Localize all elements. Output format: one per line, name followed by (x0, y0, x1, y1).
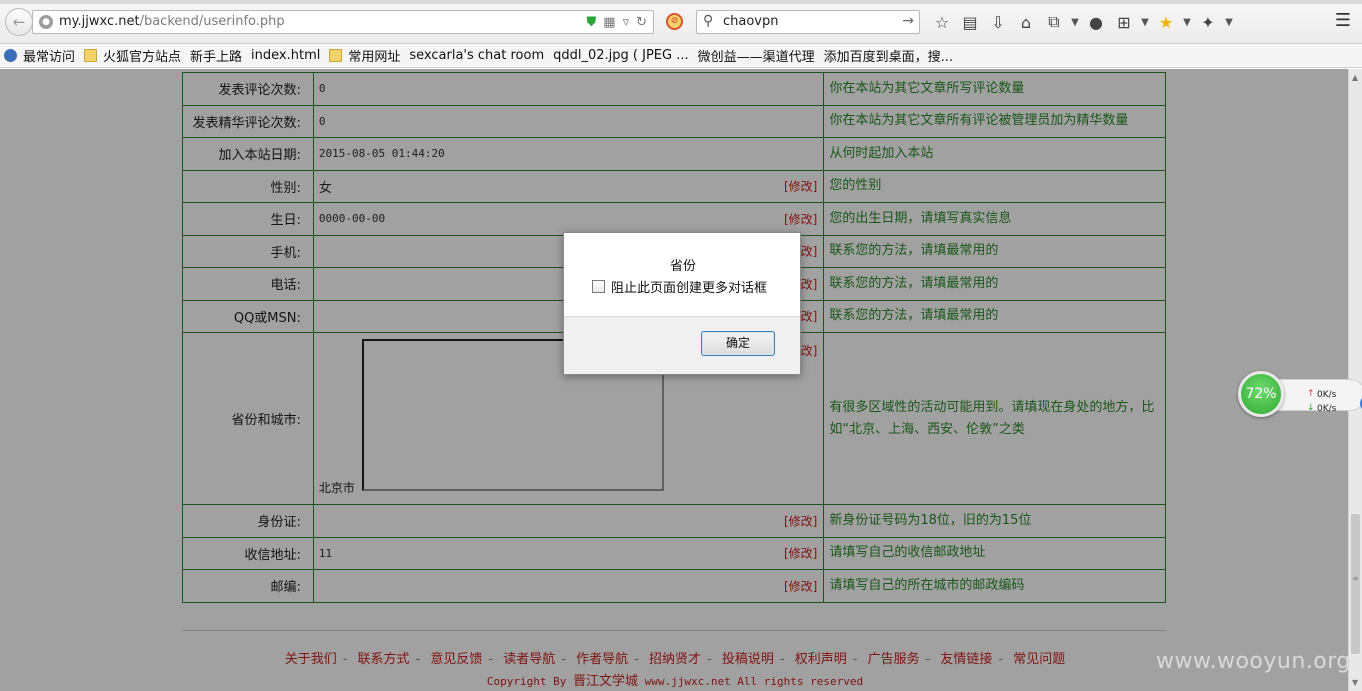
folder-icon (84, 49, 98, 62)
bookmark-most-visited-icon (4, 49, 17, 62)
upload-arrow-icon: ↑ (1307, 389, 1315, 399)
network-speed-widget[interactable]: ↑ 0K/s ↓ 0K/s + 72% (1238, 371, 1362, 417)
bookmark-star-icon[interactable]: ☆ (928, 13, 956, 32)
bookmarks-toolbar: 最常访问 火狐官方站点 新手上路 index.html 常用网址 sexcarl… (0, 44, 1362, 126)
favorites-dropdown-icon[interactable]: ▼ (1180, 17, 1194, 28)
bookmark-item[interactable]: 最常访问 (4, 46, 75, 65)
bookmark-label: 最常访问 (23, 50, 76, 65)
memory-usage-ball[interactable]: 72% (1238, 371, 1284, 417)
reload-icon[interactable]: ↻ (636, 15, 647, 30)
dialog-footer: 确定 (564, 316, 800, 374)
extension-icon[interactable]: ✦ (1194, 13, 1222, 32)
toolbar-icons: ☆ ▤ ⇩ ⌂ ⧉ ▼ ● ⊞ ▼ ★ ▼ ✦ ▼ (928, 10, 1236, 34)
search-go-icon[interactable]: → (902, 13, 914, 29)
bookmark-label: 新手上路 (190, 50, 243, 65)
adblock-icon[interactable]: ⊘ (666, 13, 683, 30)
bookmark-label: qddl_02.jpg ( JPEG ... (553, 48, 689, 63)
bookmark-label: index.html (251, 48, 321, 63)
back-arrow-icon: ← (12, 13, 26, 31)
bookmark-label: 微创益——渠道代理 (697, 50, 815, 65)
scroll-down-icon[interactable]: ▼ (1352, 678, 1358, 687)
crop-icon[interactable]: ⊞ (1110, 13, 1138, 32)
dialog-message: 省份 (669, 259, 696, 274)
home-icon[interactable]: ⌂ (1012, 13, 1040, 32)
bookmark-label: 常用网址 (348, 50, 401, 65)
scroll-grip-icon: ≡ (1352, 574, 1359, 583)
ok-button[interactable]: 确定 (701, 331, 775, 356)
search-input[interactable]: chaovpn (723, 14, 779, 29)
bookmark-item[interactable]: 常用网址 (329, 46, 400, 65)
bookmark-item[interactable]: 新手上路 (0, 46, 243, 126)
watermark: www.wooyun.org (1156, 649, 1351, 674)
qr-code-icon[interactable]: ▦ (603, 15, 615, 30)
dropdown-arrow-icon[interactable]: ▿ (623, 15, 630, 30)
reading-list-icon[interactable]: ▤ (956, 13, 984, 32)
extension-dropdown-icon[interactable]: ▼ (1222, 17, 1236, 28)
suppress-dialogs-label[interactable]: 阻止此页面创建更多对话框 (611, 277, 767, 296)
alert-dialog: 省份 阻止此页面创建更多对话框 确定 (563, 232, 801, 375)
navigation-toolbar: ← ● my.jjwxc.net/backend/userinfo.php ⛊ … (0, 0, 1362, 44)
download-speed: 0K/s (1317, 404, 1337, 414)
chat-icon[interactable]: ● (1082, 13, 1110, 32)
url-path: /backend/userinfo.php (139, 14, 285, 29)
share-dropdown-icon[interactable]: ▼ (1068, 17, 1082, 28)
bookmark-item[interactable]: 火狐官方站点 (84, 46, 181, 65)
bookmark-item[interactable]: 添加百度到桌面，搜... (0, 46, 954, 126)
scrollbar-thumb[interactable] (1351, 514, 1360, 654)
bookmark-item[interactable]: qddl_02.jpg ( JPEG ... (0, 48, 689, 126)
hamburger-menu-icon[interactable]: ☰ (1332, 10, 1354, 31)
suppress-dialogs-option[interactable]: 阻止此页面创建更多对话框 (592, 277, 767, 296)
download-arrow-icon: ↓ (1307, 403, 1315, 413)
upload-speed: 0K/s (1317, 390, 1337, 400)
url-domain: my.jjwxc.net (59, 14, 140, 29)
favorites-icon[interactable]: ★ (1152, 13, 1180, 32)
download-icon[interactable]: ⇩ (984, 13, 1012, 32)
url-text[interactable]: my.jjwxc.net/backend/userinfo.php (59, 14, 285, 29)
shield-icon[interactable]: ⛊ (587, 15, 597, 30)
crop-dropdown-icon[interactable]: ▼ (1138, 17, 1152, 28)
tab-strip (0, 0, 1362, 4)
bookmark-item[interactable]: index.html (0, 48, 321, 126)
url-bar[interactable]: ● my.jjwxc.net/backend/userinfo.php ⛊ ▦ … (32, 10, 654, 34)
bookmark-label: sexcarla's chat room (409, 48, 545, 63)
modal-overlay (0, 69, 1348, 691)
bookmark-item[interactable]: sexcarla's chat room (0, 48, 545, 126)
globe-icon: ● (39, 15, 53, 29)
search-icon: ⚲ (703, 13, 714, 29)
back-button[interactable]: ← (5, 8, 33, 36)
folder-icon (329, 49, 343, 62)
scroll-up-icon[interactable]: ▲ (1352, 73, 1358, 82)
bookmark-label: 火狐官方站点 (103, 50, 182, 65)
share-icon[interactable]: ⧉ (1040, 12, 1068, 32)
bookmark-item[interactable]: 微创益——渠道代理 (0, 46, 815, 126)
bookmark-label: 添加百度到桌面，搜... (823, 50, 954, 65)
search-bar[interactable]: ⚲ chaovpn → (696, 10, 920, 34)
suppress-dialogs-checkbox[interactable] (592, 280, 605, 293)
